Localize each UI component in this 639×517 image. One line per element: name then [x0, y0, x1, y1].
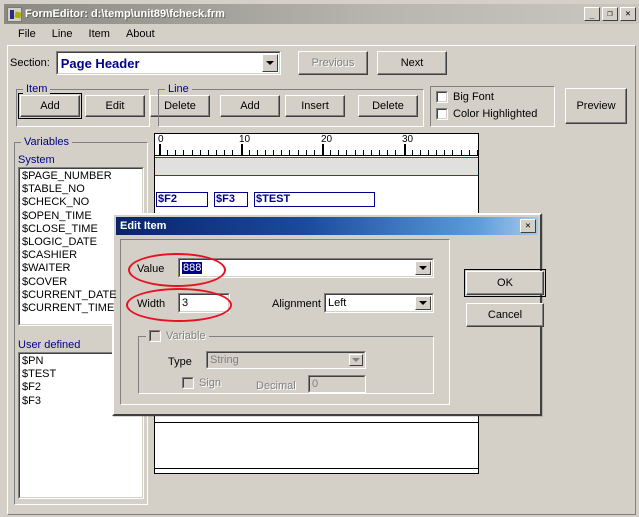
type-label: Type	[168, 356, 192, 368]
chevron-down-icon[interactable]	[415, 261, 431, 275]
menu-bar: File Line Item About	[4, 25, 639, 43]
alignment-value: Left	[328, 297, 347, 309]
line-delete-button[interactable]: Delete	[358, 95, 418, 117]
cancel-button[interactable]: Cancel	[466, 303, 544, 327]
system-variables-list[interactable]: $PAGE_NUMBER $TABLE_NO $CHECK_NO $OPEN_T…	[18, 167, 144, 326]
variables-group-label: Variables	[21, 136, 73, 148]
list-item[interactable]: $COVER	[22, 276, 143, 289]
line-insert-button[interactable]: Insert	[285, 95, 345, 117]
list-item[interactable]: $F3	[22, 395, 143, 408]
alignment-label: Alignment	[272, 298, 321, 310]
list-item[interactable]: $CHECK_NO	[22, 196, 143, 209]
dialog-title-bar: Edit Item ✕	[116, 217, 538, 235]
form-editor-window: FormEditor: d:\temp\unit89\fcheck.frm _ …	[0, 0, 639, 517]
checkbox-icon	[149, 330, 161, 342]
alignment-combo[interactable]: Left	[324, 293, 434, 313]
checkbox-icon	[182, 377, 194, 389]
canvas-field[interactable]: $TEST	[254, 192, 375, 207]
section-row: Section: Page Header	[10, 51, 281, 75]
line-group-label: Line	[165, 83, 192, 95]
user-defined-items: $PN $TEST $F2 $F3	[19, 353, 143, 408]
value-combo[interactable]: 888	[178, 258, 434, 278]
form-editor-icon	[7, 6, 22, 22]
chevron-down-icon[interactable]	[261, 54, 278, 72]
list-item[interactable]: $CASHIER	[22, 249, 143, 262]
menu-item-item[interactable]: Item	[81, 27, 118, 41]
dialog-close-button[interactable]: ✕	[520, 219, 536, 233]
list-item[interactable]: $PN	[22, 355, 143, 368]
type-combo: String	[206, 351, 366, 369]
line-add-button[interactable]: Add	[220, 95, 280, 117]
sign-label: Sign	[199, 377, 222, 389]
color-highlighted-checkbox[interactable]: Color Highlighted	[436, 108, 537, 120]
decimal-label: Decimal	[256, 380, 296, 392]
next-button[interactable]: Next	[377, 51, 447, 75]
width-input[interactable]: 3	[178, 293, 230, 313]
maximize-button[interactable]: ❐	[602, 7, 618, 21]
list-item[interactable]: $CURRENT_DATE	[22, 289, 143, 302]
type-value: String	[210, 354, 239, 366]
close-button[interactable]: ✕	[620, 7, 636, 21]
section-label: Section:	[10, 57, 50, 69]
big-font-checkbox[interactable]: Big Font	[436, 91, 494, 103]
close-icon: ✕	[625, 9, 631, 19]
selected-line[interactable]	[155, 157, 478, 176]
window-title-bar: FormEditor: d:\temp\unit89\fcheck.frm _ …	[4, 4, 639, 24]
variable-checkbox[interactable]: Variable	[146, 330, 209, 342]
canvas-field[interactable]: $F2	[156, 192, 208, 207]
chevron-down-icon	[349, 354, 363, 366]
list-item[interactable]: $CLOSE_TIME	[22, 223, 143, 236]
window-title: FormEditor: d:\temp\unit89\fcheck.frm	[25, 8, 225, 20]
list-item[interactable]: $LOGIC_DATE	[22, 236, 143, 249]
big-font-label: Big Font	[453, 91, 494, 103]
canvas-ruler: 0 10 20 30	[155, 134, 478, 156]
value-input-text: 888	[179, 262, 203, 274]
color-highlighted-label: Color Highlighted	[453, 108, 538, 120]
menu-item-line[interactable]: Line	[44, 27, 81, 41]
user-defined-list[interactable]: $PN $TEST $F2 $F3	[18, 352, 144, 499]
checkbox-icon	[436, 108, 448, 120]
item-edit-button[interactable]: Edit	[85, 95, 145, 117]
list-item[interactable]: $F2	[22, 381, 143, 394]
canvas-field[interactable]: $F3	[214, 192, 248, 207]
previous-button[interactable]: Previous	[298, 51, 368, 75]
ok-button[interactable]: OK	[464, 269, 546, 297]
list-item[interactable]: $OPEN_TIME	[22, 210, 143, 223]
value-selected-text: 888	[182, 262, 203, 274]
checkbox-icon	[436, 91, 448, 103]
list-item[interactable]: $CURRENT_TIME	[22, 302, 143, 315]
decimal-value: 0	[312, 378, 319, 390]
list-item[interactable]: $TABLE_NO	[22, 183, 143, 196]
dialog-body: Value 888 Width 3 Alignment Left Variabl…	[120, 239, 546, 411]
system-variables-items: $PAGE_NUMBER $TABLE_NO $CHECK_NO $OPEN_T…	[19, 168, 143, 315]
menu-item-about[interactable]: About	[118, 27, 163, 41]
menu-item-file[interactable]: File	[10, 27, 44, 41]
list-item[interactable]: $PAGE_NUMBER	[22, 170, 143, 183]
section-combo-value: Page Header	[60, 55, 140, 71]
section-combo[interactable]: Page Header	[55, 51, 281, 75]
canvas-lower-area[interactable]	[154, 422, 479, 469]
minimize-button[interactable]: _	[584, 7, 600, 21]
variable-group-label: Variable	[166, 330, 206, 342]
chevron-down-icon[interactable]	[415, 296, 431, 310]
list-item[interactable]: $TEST	[22, 368, 143, 381]
width-input-text: 3	[182, 297, 189, 309]
system-label: System	[18, 154, 55, 166]
sign-checkbox: Sign	[182, 377, 221, 389]
decimal-input: 0	[308, 375, 366, 393]
edit-item-dialog: Edit Item ✕ Value 888 Width 3 Alignment	[112, 213, 546, 416]
window-controls: _ ❐ ✕	[584, 7, 637, 21]
minimize-icon: _	[589, 10, 595, 20]
list-item[interactable]: $WAITER	[22, 262, 143, 275]
preview-button[interactable]: Preview	[565, 88, 627, 124]
user-defined-label: User defined	[18, 339, 81, 351]
maximize-icon: ❐	[607, 9, 613, 19]
item-group-label: Item	[23, 83, 51, 95]
item-add-button[interactable]: Add	[18, 93, 82, 119]
